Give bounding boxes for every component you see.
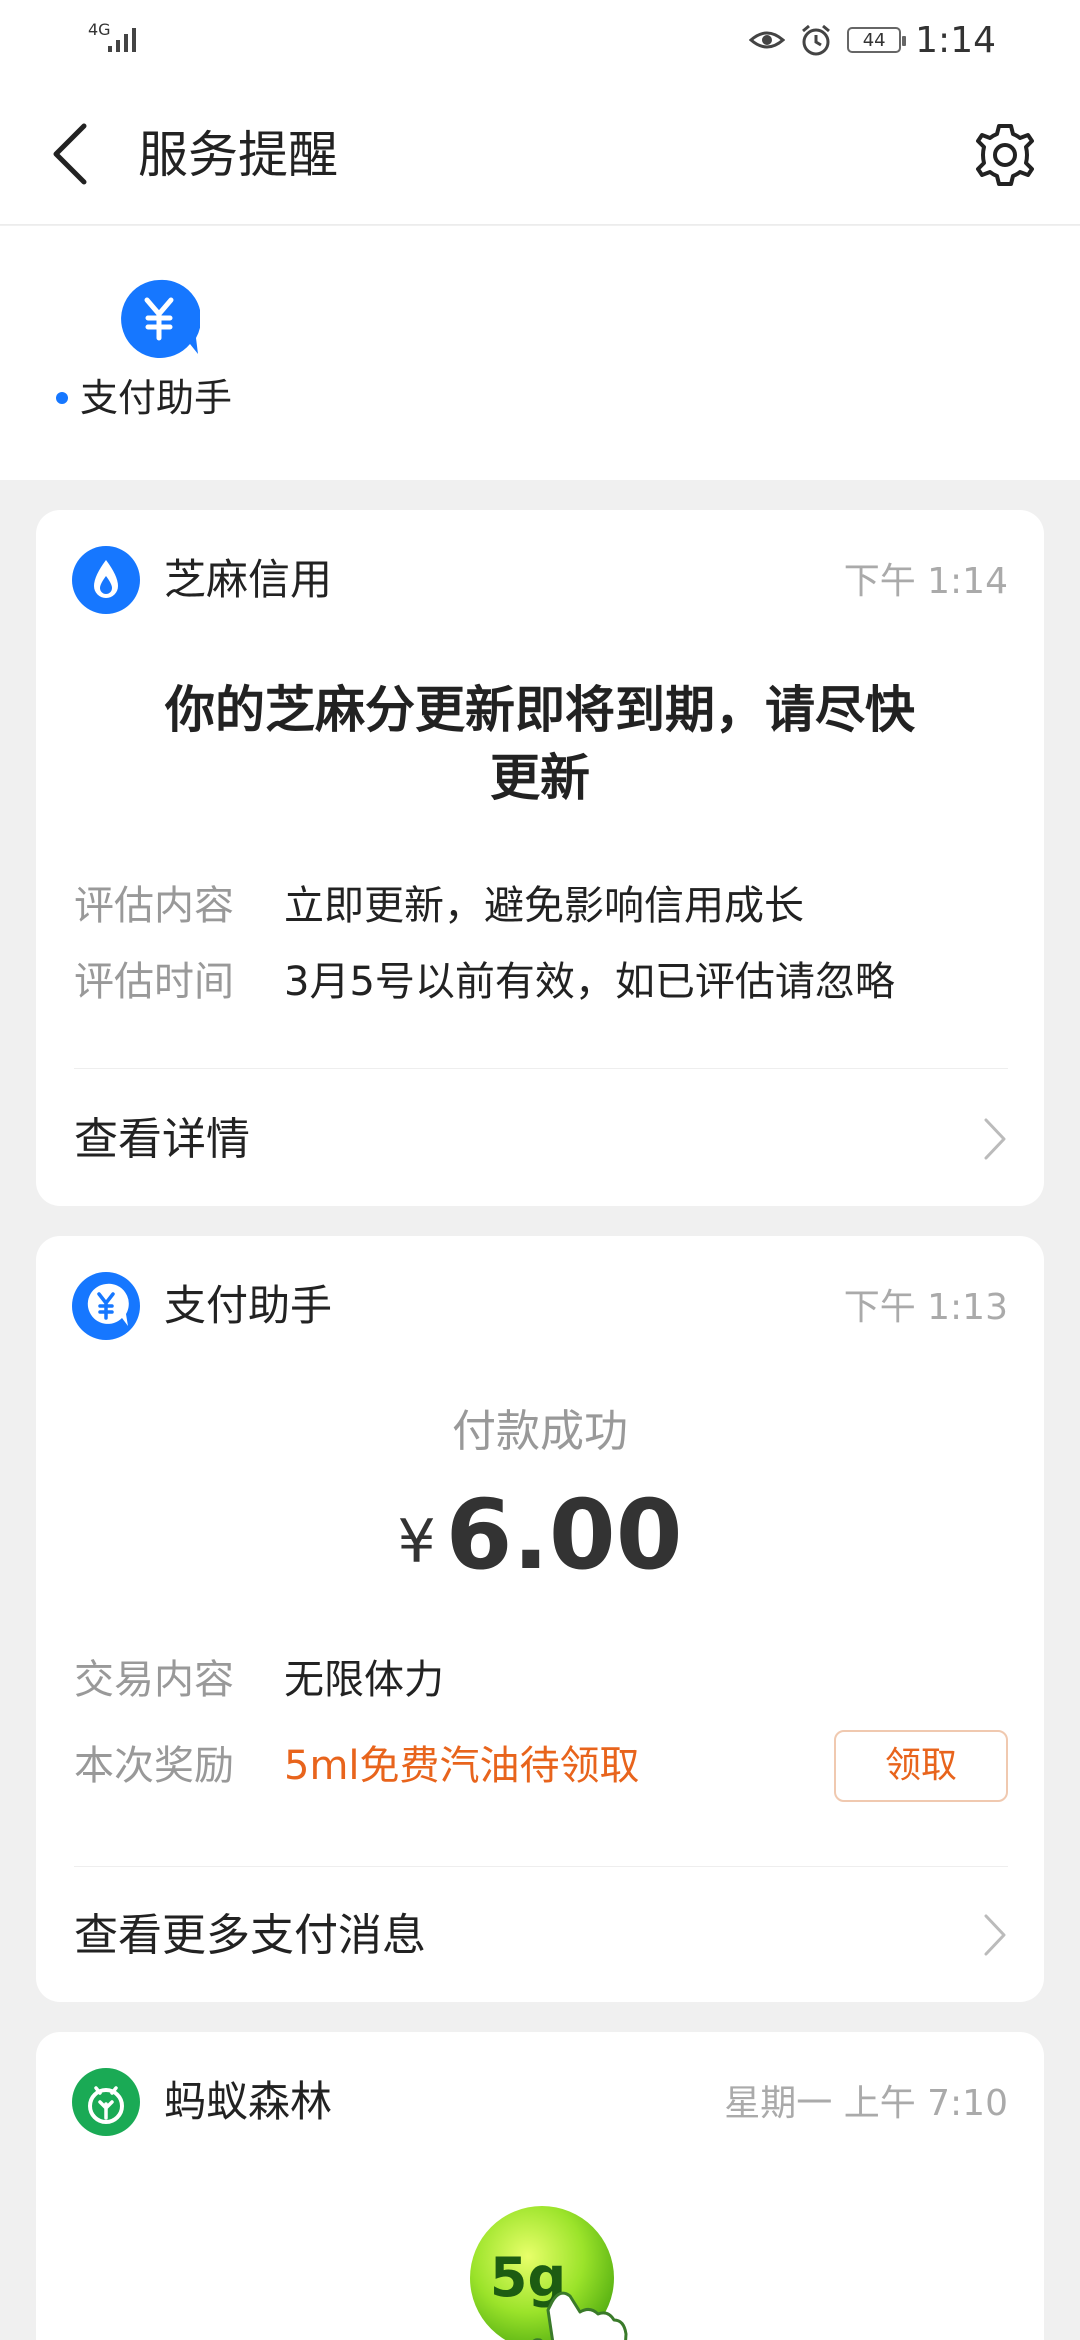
battery-icon: 44 [847,27,907,53]
payment-status: 付款成功 [452,1406,628,1457]
card-timestamp: 星期一 上午 7:10 [724,2083,1008,2124]
claim-button[interactable]: 领取 [834,1730,1008,1802]
chevron-right-icon [984,1914,1006,1956]
alarm-icon [802,24,831,56]
detail-value: 无限体力 [284,1657,444,1703]
status-bar: 4G 44 1:14 [0,0,1080,80]
back-arrow-icon[interactable] [40,118,100,190]
view-details-label: 查看详情 [74,1114,250,1165]
page-title: 服务提醒 [138,126,338,184]
zhima-credit-card: 芝麻信用 下午 1:14 你的芝麻分更新即将到期，请尽快更新 评估内容 立即更新… [36,510,1044,1206]
more-payments-label: 查看更多支付消息 [74,1910,426,1961]
currency-symbol: ¥ [397,1507,436,1577]
ant-forest-icon [72,2068,140,2136]
card-source: 芝麻信用 [164,555,333,604]
unread-dot [56,392,68,404]
battery-level: 44 [862,29,886,51]
divider [74,1866,1008,1867]
service-tabs: 支付助手 [0,226,1080,480]
ant-forest-card: 蚂蚁森林 星期一 上午 7:10 5g [36,2032,1044,2340]
detail-label: 评估时间 [74,959,234,1005]
detail-value: 立即更新，避免影响信用成长 [284,883,804,929]
detail-value: 3月5号以前有效，如已评估请忽略 [284,959,895,1005]
payment-card: 支付助手 下午 1:13 付款成功 ¥6.00 交易内容 无限体力 本次奖励 5… [36,1236,1044,2002]
detail-label: 交易内容 [74,1657,234,1703]
card-headline: 你的芝麻分更新即将到期，请尽快更新 [165,681,915,807]
tab-label: 支付助手 [80,376,233,420]
chevron-right-icon [984,1118,1006,1160]
signal-icon [108,28,136,52]
pay-assistant-icon [72,1272,140,1340]
app-header: 服务提醒 [0,80,1080,225]
amount-value: 6.00 [445,1479,683,1591]
payment-amount: ¥6.00 [36,1480,1044,1618]
energy-ball-icon[interactable]: 5g [456,2192,656,2340]
divider [74,1068,1008,1069]
eye-comfort-icon [749,31,786,49]
pay-assistant-icon [121,279,200,358]
gear-icon[interactable] [970,120,1040,190]
reward-value: 5ml免费汽油待领取 [284,1743,640,1789]
detail-label: 本次奖励 [74,1743,234,1789]
card-source: 支付助手 [164,1281,333,1330]
card-source: 蚂蚁森林 [164,2077,333,2126]
status-right: 44 1:14 [749,18,996,62]
clock: 1:14 [915,19,996,61]
detail-label: 评估内容 [74,883,234,929]
card-timestamp: 下午 1:13 [843,1287,1008,1328]
zhima-credit-icon [72,546,140,614]
card-timestamp: 下午 1:14 [843,561,1008,602]
